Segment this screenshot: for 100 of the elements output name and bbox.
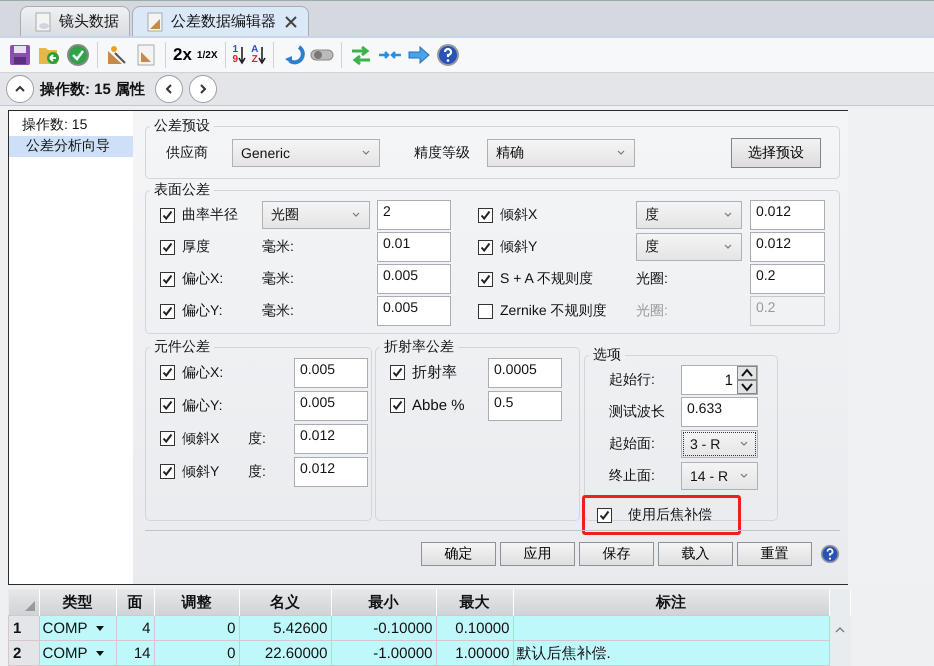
input-field[interactable]: 0.012 xyxy=(294,424,368,454)
sort-button[interactable]: 1 9 xyxy=(232,45,246,65)
checkbox[interactable] xyxy=(160,272,175,286)
checkbox[interactable] xyxy=(478,240,493,254)
table-cell: 4 xyxy=(116,616,154,640)
row-number: 1 xyxy=(8,616,39,640)
checkbox[interactable] xyxy=(160,398,175,413)
sidebar-item[interactable]: 操作数: 15 xyxy=(9,115,133,136)
dialog-button[interactable]: 保存 xyxy=(579,542,654,566)
next-button[interactable] xyxy=(189,75,218,103)
table-cell: 5.42600 xyxy=(239,616,331,640)
check-icon xyxy=(162,242,173,252)
column-header[interactable]: 最大 xyxy=(436,589,513,616)
zoom-button[interactable]: 1/2X xyxy=(196,50,218,60)
right-arrow-icon[interactable] xyxy=(407,43,432,67)
dropdown[interactable]: 度 xyxy=(636,201,742,229)
column-header[interactable]: 名义 xyxy=(239,589,331,616)
check-icon xyxy=(162,466,173,477)
checkbox[interactable] xyxy=(478,272,493,286)
option-label: 折射率 xyxy=(412,363,457,382)
unit-label: 光圈: xyxy=(636,270,669,288)
zoom-button[interactable]: 2x xyxy=(173,45,192,65)
close-icon[interactable] xyxy=(284,14,298,28)
column-header[interactable]: 标注 xyxy=(513,589,829,616)
checkbox[interactable] xyxy=(160,365,175,380)
previous-button[interactable] xyxy=(155,75,184,103)
tab[interactable]: 镜头数据 xyxy=(20,6,130,36)
input-field[interactable]: 0.012 xyxy=(750,232,825,262)
option-label: Zernike 不规则度 xyxy=(500,302,607,320)
input-field[interactable]: 0.5 xyxy=(488,390,562,420)
column-header[interactable]: 类型 xyxy=(39,589,116,616)
table-cell: 0 xyxy=(154,616,239,640)
input-field[interactable]: 0.012 xyxy=(750,200,825,230)
checkbox[interactable] xyxy=(597,508,612,522)
help-icon[interactable] xyxy=(436,43,460,67)
checkbox[interactable] xyxy=(478,208,493,222)
select-preset-button[interactable]: 选择预设 xyxy=(731,138,821,168)
help-icon[interactable] xyxy=(820,544,840,564)
checkbox[interactable] xyxy=(160,304,175,318)
check-icon xyxy=(162,306,173,316)
check-icon xyxy=(480,210,491,220)
spinner-field[interactable]: 1 xyxy=(681,365,758,395)
table-cell: 0.10000 xyxy=(436,616,513,640)
dialog-button[interactable]: 应用 xyxy=(500,542,575,566)
field-label: 起始行: xyxy=(609,371,656,389)
input-field[interactable]: 0.005 xyxy=(377,296,451,326)
check-icon xyxy=(599,510,610,520)
check-icon xyxy=(392,367,403,378)
option-label: S + A 不规则度 xyxy=(500,270,593,288)
field-label: 供应商 xyxy=(166,144,208,162)
dialog-button[interactable]: 载入 xyxy=(658,542,733,566)
collapse-button[interactable] xyxy=(6,75,34,103)
column-header[interactable]: 最小 xyxy=(331,589,436,616)
input-field[interactable]: 0.012 xyxy=(294,456,368,486)
input-field[interactable]: 0.633 xyxy=(681,397,758,427)
check-circle-icon[interactable] xyxy=(66,43,90,67)
dropdown[interactable]: Generic xyxy=(232,139,380,167)
input-field[interactable]: 0.01 xyxy=(377,232,451,262)
unit-label: 度: xyxy=(248,462,267,480)
dialog-button[interactable]: 重置 xyxy=(737,542,812,566)
dropdown[interactable]: 度 xyxy=(636,233,742,261)
column-header[interactable]: 调整 xyxy=(154,589,239,616)
group-title: 折射率公差 xyxy=(383,338,455,356)
checkbox[interactable] xyxy=(160,208,175,222)
unit-label: 毫米: xyxy=(262,302,295,320)
checkbox[interactable] xyxy=(160,464,175,479)
dropdown[interactable]: 14 - R xyxy=(681,462,758,490)
checkbox[interactable] xyxy=(160,240,175,254)
group-title: 公差预设 xyxy=(153,117,211,135)
save-icon[interactable] xyxy=(8,43,32,67)
input-field[interactable]: 2 xyxy=(377,200,451,230)
checkbox[interactable] xyxy=(390,365,405,380)
input-field[interactable]: 0.0005 xyxy=(488,358,562,388)
option-label: 偏心Y: xyxy=(182,396,222,414)
row-number: 2 xyxy=(8,640,39,666)
unit-label: 毫米: xyxy=(262,270,295,288)
sort-button[interactable]: A Z xyxy=(251,45,266,65)
column-header[interactable]: 面 xyxy=(116,589,154,616)
check-icon xyxy=(162,367,173,378)
checkbox[interactable] xyxy=(160,431,175,446)
option-label: 曲率半径 xyxy=(182,206,238,224)
tab[interactable]: 公差数据编辑器 xyxy=(132,6,309,36)
unit-label: 度: xyxy=(248,430,267,448)
checkbox[interactable] xyxy=(390,398,405,413)
sidebar-item[interactable]: 公差分析向导 xyxy=(9,136,133,157)
table-cell: 22.60000 xyxy=(239,640,331,666)
input-field[interactable]: 0.005 xyxy=(294,358,368,388)
dropdown[interactable]: 精确 xyxy=(487,139,635,167)
spin-up-icon[interactable] xyxy=(737,366,757,380)
input-field[interactable]: 0.005 xyxy=(377,264,451,294)
dialog-button[interactable]: 确定 xyxy=(421,542,496,566)
option-label: 倾斜Y xyxy=(182,462,220,480)
document-icon xyxy=(147,12,163,32)
dropdown[interactable]: 3 - R xyxy=(681,430,758,458)
scroll-up-icon[interactable] xyxy=(834,626,845,632)
spin-down-icon[interactable] xyxy=(737,380,757,394)
input-field[interactable]: 0.005 xyxy=(294,390,368,420)
input-field[interactable]: 0.2 xyxy=(750,264,825,294)
dropdown[interactable]: 光圈 xyxy=(262,201,370,229)
caret-icon xyxy=(96,626,104,630)
